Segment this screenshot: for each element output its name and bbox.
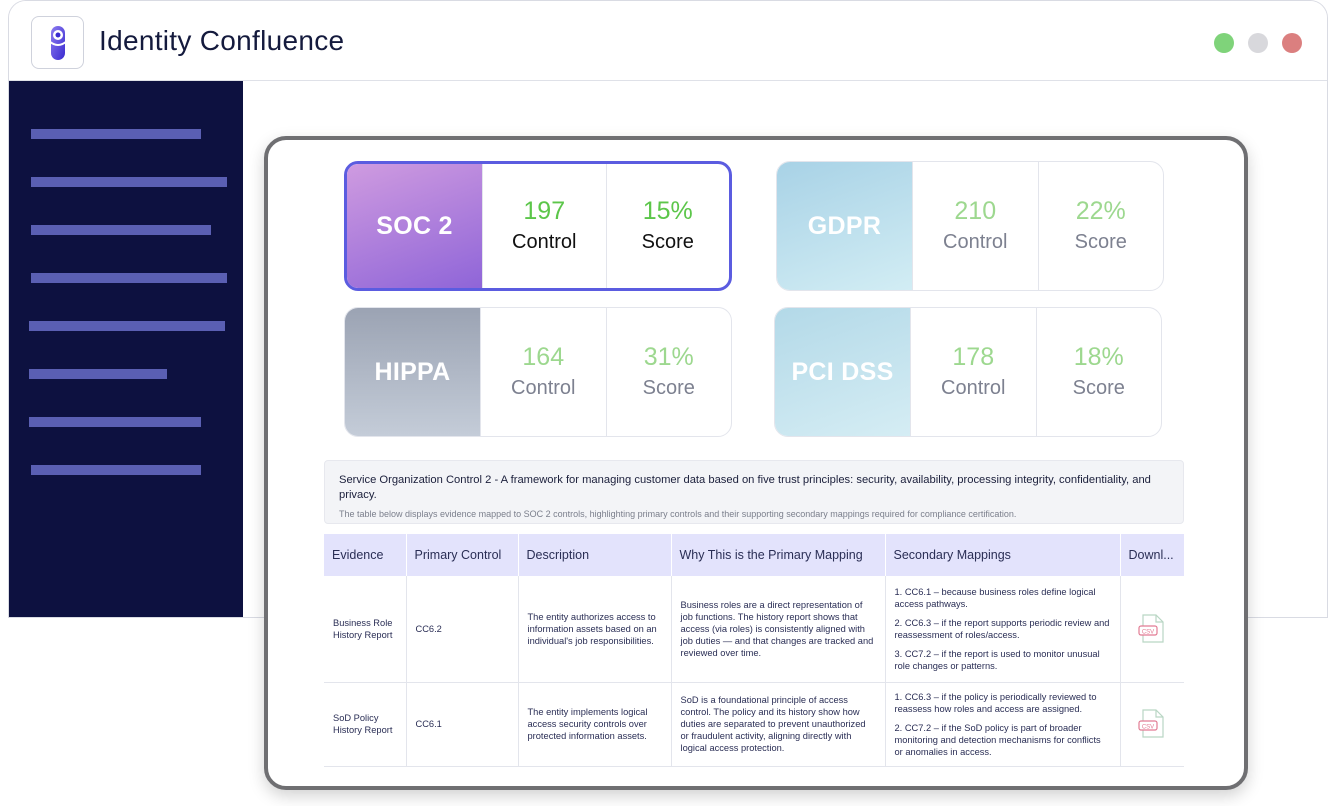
description-cell: The entity authorizes access to informat… bbox=[518, 576, 672, 683]
primary-control-cell: CC6.1 bbox=[406, 682, 519, 767]
control-label: Control bbox=[941, 377, 1006, 399]
maximize-button[interactable] bbox=[1214, 33, 1234, 53]
score-value: 22% bbox=[1075, 197, 1126, 225]
evidence-table: Evidence Primary Control Description Why… bbox=[324, 534, 1184, 767]
score-label: Score bbox=[1072, 377, 1125, 399]
table-header-row: Evidence Primary Control Description Why… bbox=[324, 534, 1184, 576]
column-header[interactable]: Description bbox=[518, 534, 672, 576]
control-metric: 210 Control bbox=[912, 162, 1038, 290]
download-cell: CSV bbox=[1120, 576, 1184, 683]
secondary-mapping: 2. CC7.2 – if the SoD policy is part of … bbox=[894, 722, 1101, 757]
score-metric: 31% Score bbox=[605, 308, 732, 436]
app-title: Identity Confluence bbox=[99, 25, 345, 56]
title-bar: Identity Confluence bbox=[9, 1, 1327, 81]
why-cell: SoD is a foundational principle of acces… bbox=[671, 682, 886, 767]
score-value: 31% bbox=[643, 343, 694, 371]
secondary-mapping: 1. CC6.3 – if the policy is periodically… bbox=[894, 691, 1097, 714]
secondary-mapping: 2. CC6.3 – if the report supports period… bbox=[894, 617, 1110, 640]
sidebar-item-7[interactable] bbox=[29, 417, 201, 427]
score-label: Score bbox=[642, 377, 695, 399]
column-header[interactable]: Evidence bbox=[324, 534, 407, 576]
column-header[interactable]: Downl... bbox=[1120, 534, 1184, 576]
csv-file-icon[interactable]: CSV bbox=[1137, 708, 1167, 740]
window-controls bbox=[1214, 33, 1302, 53]
sidebar-item-3[interactable] bbox=[31, 225, 211, 235]
control-metric: 178 Control bbox=[910, 308, 1036, 436]
app-logo[interactable] bbox=[31, 16, 84, 69]
framework-card-gdpr[interactable]: GDPR 210 Control 22% Score bbox=[776, 161, 1164, 291]
control-value: 210 bbox=[954, 197, 997, 225]
secondary-mapping: 3. CC7.2 – if the report is used to moni… bbox=[894, 648, 1100, 671]
description-title: Service Organization Control 2 - A frame… bbox=[339, 474, 1151, 501]
sidebar-item-6[interactable] bbox=[29, 369, 167, 379]
secondary-mapping: 1. CC6.1 – because business roles define… bbox=[894, 586, 1096, 609]
evidence-cell: SoD Policy History Report bbox=[324, 682, 407, 767]
score-metric: 15% Score bbox=[605, 164, 730, 288]
csv-label: CSV bbox=[1142, 724, 1154, 730]
csv-label: CSV bbox=[1142, 629, 1154, 635]
score-metric: 22% Score bbox=[1037, 162, 1164, 290]
framework-description: Service Organization Control 2 - A frame… bbox=[324, 460, 1184, 524]
control-label: Control bbox=[512, 231, 577, 253]
score-label: Score bbox=[1074, 231, 1127, 253]
framework-name: GDPR bbox=[777, 162, 912, 290]
primary-control-cell: CC6.2 bbox=[406, 576, 519, 683]
score-metric: 18% Score bbox=[1035, 308, 1162, 436]
control-value: 197 bbox=[523, 197, 566, 225]
control-metric: 197 Control bbox=[482, 164, 606, 288]
csv-file-icon[interactable]: CSV bbox=[1137, 613, 1167, 645]
column-header[interactable]: Secondary Mappings bbox=[885, 534, 1121, 576]
framework-card-hippa[interactable]: HIPPA 164 Control 31% Score bbox=[344, 307, 732, 437]
secondary-mappings-cell: 1. CC6.3 – if the policy is periodically… bbox=[885, 682, 1121, 767]
column-header[interactable]: Primary Control bbox=[406, 534, 519, 576]
secondary-mappings-cell: 1. CC6.1 – because business roles define… bbox=[885, 576, 1121, 683]
table-row: Business Role History Report CC6.2 The e… bbox=[324, 576, 1184, 683]
control-label: Control bbox=[511, 377, 576, 399]
sidebar-item-4[interactable] bbox=[31, 273, 227, 283]
sidebar bbox=[9, 81, 243, 617]
control-label: Control bbox=[943, 231, 1008, 253]
score-value: 15% bbox=[642, 197, 693, 225]
logo-icon bbox=[47, 25, 68, 60]
why-cell: Business roles are a direct representati… bbox=[671, 576, 886, 683]
sidebar-item-2[interactable] bbox=[31, 177, 227, 187]
evidence-cell: Business Role History Report bbox=[324, 576, 407, 683]
table-row: SoD Policy History Report CC6.1 The enti… bbox=[324, 682, 1184, 767]
framework-name: HIPPA bbox=[345, 308, 480, 436]
score-label: Score bbox=[641, 231, 694, 253]
framework-card-soc2[interactable]: SOC 2 197 Control 15% Score bbox=[344, 161, 732, 291]
sidebar-item-5[interactable] bbox=[29, 321, 225, 331]
close-button[interactable] bbox=[1282, 33, 1302, 53]
framework-name: PCI DSS bbox=[775, 308, 910, 436]
sidebar-item-1[interactable] bbox=[31, 129, 201, 139]
control-value: 164 bbox=[522, 343, 565, 371]
score-value: 18% bbox=[1073, 343, 1124, 371]
framework-name: SOC 2 bbox=[347, 164, 482, 288]
sidebar-item-8[interactable] bbox=[31, 465, 201, 475]
compliance-panel: SOC 2 197 Control 15% Score GDPR 210 Con… bbox=[264, 136, 1248, 790]
framework-card-pci-dss[interactable]: PCI DSS 178 Control 18% Score bbox=[774, 307, 1162, 437]
column-header[interactable]: Why This is the Primary Mapping bbox=[671, 534, 886, 576]
minimize-button[interactable] bbox=[1248, 33, 1268, 53]
download-cell: CSV bbox=[1120, 682, 1184, 767]
control-value: 178 bbox=[952, 343, 995, 371]
description-subtitle: The table below displays evidence mapped… bbox=[339, 509, 1017, 519]
control-metric: 164 Control bbox=[480, 308, 606, 436]
description-cell: The entity implements logical access sec… bbox=[518, 682, 672, 767]
